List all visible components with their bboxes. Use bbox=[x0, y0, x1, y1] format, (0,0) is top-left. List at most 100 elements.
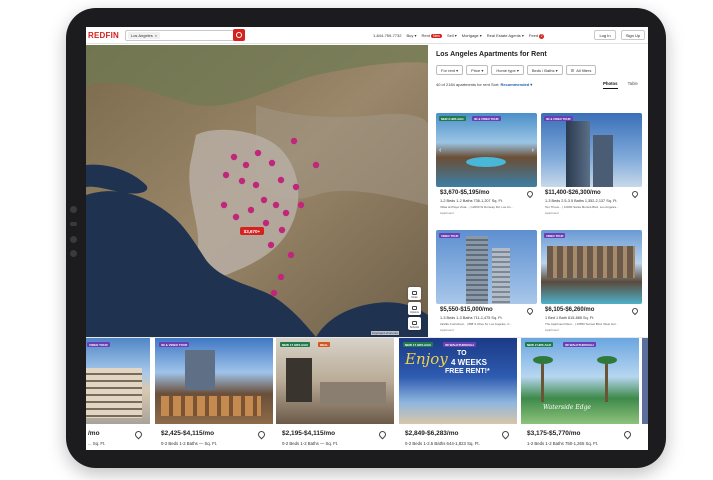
tab-photos[interactable]: Photos bbox=[603, 81, 618, 89]
listing-card[interactable]: VIDEO TOUR $6,105-$6,260/mo 1 Bed 1 Bath… bbox=[541, 230, 642, 332]
listing-card[interactable]: 3D & VIDEO TOUR $2,425-$4,115/mo 0-2 Bed… bbox=[155, 338, 273, 450]
page-title: Los Angeles Apartments for Rent bbox=[436, 51, 547, 58]
schools-button[interactable]: Schools bbox=[408, 317, 421, 330]
listing-address: Villas at Playa Vista... | 12600 W Runwa… bbox=[440, 205, 513, 209]
listing-price: $5,550-$15,000/mo bbox=[440, 307, 493, 313]
map-pin bbox=[260, 196, 268, 204]
listing-photo[interactable]: 3D & VIDEO TOUR bbox=[541, 113, 642, 187]
listing-card[interactable]: Enjoy TO 4 WEEKS FREE RENT!* NEW 17 HRS … bbox=[399, 338, 517, 450]
favorite-heart-icon[interactable] bbox=[622, 429, 633, 440]
deal-tag: DEAL bbox=[318, 342, 331, 347]
phone-number[interactable]: 1-844-759-7732 bbox=[373, 33, 401, 38]
listing-photo[interactable]: Enjoy TO 4 WEEKS FREE RENT!* NEW 17 HRS … bbox=[399, 338, 517, 424]
map-pin bbox=[220, 201, 228, 209]
feed-count-badge: 2 bbox=[539, 33, 545, 39]
promo-free-rent: FREE RENT!* bbox=[445, 368, 490, 375]
search-button[interactable] bbox=[233, 29, 245, 41]
nav-sell[interactable]: Sell ▾ bbox=[447, 33, 457, 38]
filter-beds-baths[interactable]: Beds / Baths ▾ bbox=[526, 65, 563, 75]
tab-table[interactable]: Table bbox=[628, 81, 638, 89]
map-pin bbox=[277, 273, 285, 281]
tablet-button bbox=[70, 250, 77, 257]
redfin-logo[interactable]: REDFIN bbox=[88, 31, 119, 40]
listing-photo[interactable]: VIDEO TOUR bbox=[436, 230, 537, 304]
nav-agents[interactable]: Real Estate Agents ▾ bbox=[487, 33, 524, 38]
listing-meta: 1-3 Beds 2.5-3.5 Baths 1,352-2,137 Sq. F… bbox=[545, 199, 618, 203]
tablet-sensor bbox=[70, 222, 77, 226]
listing-tag: 3D & VIDEO TOUR bbox=[472, 116, 501, 121]
filter-bar: For rent ▾ Price ▾ Home type ▾ Beds / Ba… bbox=[436, 65, 597, 75]
filter-for-rent[interactable]: For rent ▾ bbox=[436, 65, 464, 75]
main-nav: 1-844-759-7732 Buy ▾ Rent New Sell ▾ Mort… bbox=[373, 27, 545, 44]
browser-screen: REDFIN Los Angeles × 1-844-759-7732 Buy … bbox=[86, 27, 648, 450]
listing-card[interactable]: NEW 17 HRS AGO DEAL $2,195-$4,115/mo 0-2… bbox=[276, 338, 394, 450]
listing-tag: VIDEO TOUR bbox=[87, 342, 110, 347]
listing-meta: 1-2 Beds 1-2 Baths 736-1,207 Sq. Ft. bbox=[440, 199, 503, 203]
listing-price: /mo bbox=[88, 430, 100, 437]
listing-address: The Apartment Resi... | 10550 Sunset Blv… bbox=[545, 322, 618, 326]
listing-meta: 1-3 Beds 1-3 Baths 711-1,475 Sq. Ft. bbox=[440, 316, 503, 320]
map-pin bbox=[232, 213, 240, 221]
listing-tag: 3D & VIDEO TOUR bbox=[544, 116, 573, 121]
top-nav-bar: REDFIN Los Angeles × 1-844-759-7732 Buy … bbox=[86, 27, 648, 44]
nav-feed[interactable]: Feed 2 bbox=[529, 33, 545, 39]
map-pin bbox=[272, 201, 280, 209]
listing-photo[interactable]: VIDEO TOUR bbox=[86, 338, 150, 424]
listing-photo[interactable]: 3D & VIDEO TOUR bbox=[155, 338, 273, 424]
search-input[interactable]: Los Angeles × bbox=[124, 29, 237, 41]
results-count-text: 40 of 2184 apartments for rent bbox=[436, 82, 490, 87]
options-button[interactable]: Options bbox=[408, 302, 421, 315]
filter-all[interactable]: ☰ All filters bbox=[565, 65, 597, 75]
nav-mortgage[interactable]: Mortgage ▾ bbox=[462, 33, 482, 38]
favorite-heart-icon[interactable] bbox=[256, 429, 267, 440]
favorite-heart-icon[interactable] bbox=[377, 429, 388, 440]
map-pin bbox=[292, 183, 300, 191]
filter-all-label: All filters bbox=[576, 67, 592, 73]
nav-rent[interactable]: Rent New bbox=[421, 33, 442, 38]
listing-card[interactable]: NEW 3 HRS AGO 3D & VIDEO TOUR ‹ › $3,670… bbox=[436, 113, 537, 215]
listing-price: $2,849-$6,283/mo bbox=[405, 430, 459, 437]
signup-button[interactable]: Sign Up bbox=[621, 30, 645, 40]
listing-meta: 0-2 Beds 1-2.5 Baths 644-1,823 Sq. Ft. bbox=[405, 441, 480, 446]
favorite-heart-icon[interactable] bbox=[500, 429, 511, 440]
draw-button[interactable]: Draw bbox=[408, 287, 421, 300]
login-button[interactable]: Log In bbox=[594, 30, 616, 40]
map-pin bbox=[282, 209, 290, 217]
listing-photo[interactable]: NEW 17 HRS AGO DEAL bbox=[276, 338, 394, 424]
chevron-right-icon[interactable]: › bbox=[532, 147, 534, 154]
listing-tag: VIDEO TOUR bbox=[544, 233, 566, 238]
filter-home-type[interactable]: Home type ▾ bbox=[491, 65, 524, 75]
satellite-map: $3,670+ bbox=[86, 45, 428, 337]
map-pin bbox=[262, 219, 270, 227]
map-view[interactable]: $3,670+ Draw Options Schools + Keyboard … bbox=[86, 45, 428, 337]
map-attribution[interactable]: Keyboard shortcuts bbox=[371, 331, 399, 335]
listing-price: $6,105-$6,260/mo bbox=[545, 307, 595, 313]
filter-price[interactable]: Price ▾ bbox=[466, 65, 489, 75]
layers-icon bbox=[412, 306, 417, 310]
chevron-left-icon[interactable]: ‹ bbox=[439, 147, 441, 154]
listing-tag: 3D & VIDEO TOUR bbox=[159, 342, 190, 347]
sort-dropdown[interactable]: Recommended ▾ bbox=[501, 82, 533, 87]
listing-address: LEVEL Furnished... | 888 S Olive St, Los… bbox=[440, 322, 512, 326]
listing-tag: NEW 3 HRS AGO bbox=[439, 116, 466, 121]
listing-card[interactable]: VIDEO TOUR $5,550-$15,000/mo 1-3 Beds 1-… bbox=[436, 230, 537, 332]
listing-photo[interactable]: NEW 3 HRS AGO 3D & VIDEO TOUR ‹ › bbox=[436, 113, 537, 187]
listing-card[interactable]: 3D & VIDEO TOUR $11,400-$26,300/mo 1-3 B… bbox=[541, 113, 642, 215]
map-pin bbox=[287, 251, 295, 259]
listing-photo[interactable]: Waterside Edge NEW 2 HRS AGO 3D WALKTHRO… bbox=[521, 338, 639, 424]
promo-weeks: 4 WEEKS bbox=[451, 358, 488, 367]
listing-tag: NEW 17 HRS AGO bbox=[280, 342, 310, 347]
location-chip[interactable]: Los Angeles × bbox=[127, 31, 161, 39]
favorite-heart-icon[interactable] bbox=[133, 429, 144, 440]
listing-price: $2,425-$4,115/mo bbox=[161, 430, 215, 437]
map-pin bbox=[267, 241, 275, 249]
next-card-peek bbox=[642, 338, 648, 424]
nav-buy[interactable]: Buy ▾ bbox=[406, 33, 416, 38]
listing-carousel[interactable]: VIDEO TOUR /mo ... Sq. Ft. 3D & VIDEO TO… bbox=[86, 337, 648, 450]
tablet-button bbox=[70, 236, 77, 243]
listing-card[interactable]: Waterside Edge NEW 2 HRS AGO 3D WALKTHRO… bbox=[521, 338, 639, 450]
listing-card[interactable]: VIDEO TOUR /mo ... Sq. Ft. bbox=[86, 338, 150, 450]
listing-photo[interactable]: VIDEO TOUR bbox=[541, 230, 642, 304]
listing-price: $2,195-$4,115/mo bbox=[282, 430, 336, 437]
close-icon[interactable]: × bbox=[155, 33, 157, 38]
